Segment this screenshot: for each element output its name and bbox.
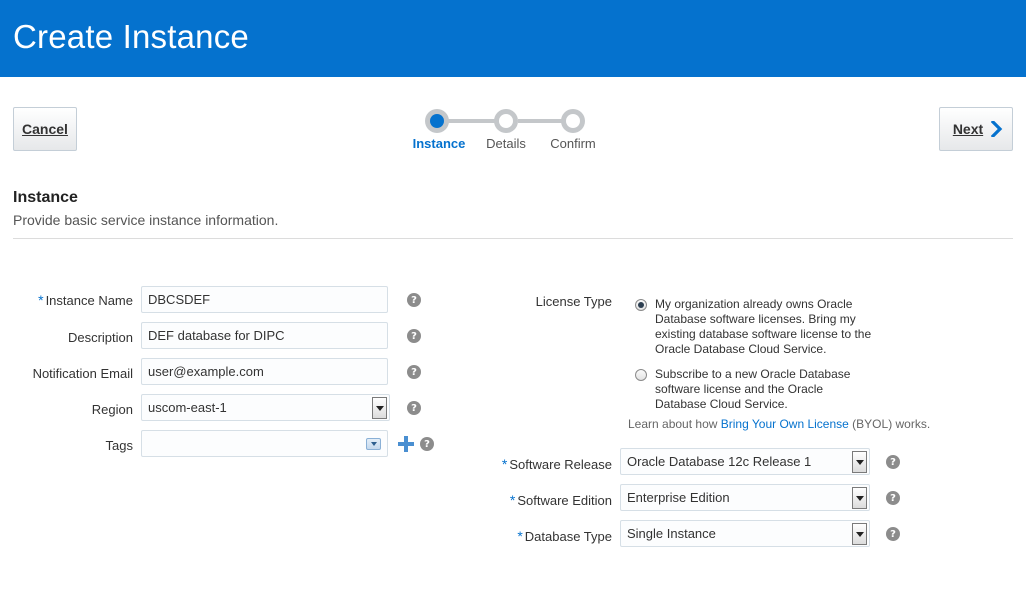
next-button[interactable]: Next: [939, 107, 1013, 151]
database-type-label: * Database Type: [517, 528, 612, 544]
section-subtitle: Provide basic service instance informati…: [13, 212, 279, 228]
dropdown-arrow-icon[interactable]: [852, 487, 867, 509]
dropdown-arrow-icon[interactable]: [372, 397, 387, 419]
train-stop-instance[interactable]: [425, 109, 449, 133]
database-type-value: Single Instance: [627, 526, 716, 541]
help-icon[interactable]: ?: [420, 437, 434, 451]
train-connector: [446, 119, 496, 123]
page-title: Create Instance: [13, 18, 249, 55]
instance-name-input[interactable]: DBCSDEF: [141, 286, 388, 313]
software-release-value: Oracle Database 12c Release 1: [627, 454, 812, 469]
help-icon[interactable]: ?: [886, 491, 900, 505]
chevron-right-icon: [991, 121, 1003, 137]
required-marker: *: [501, 456, 508, 472]
license-subscribe-radio[interactable]: [635, 369, 647, 381]
byol-link[interactable]: Bring Your Own License: [721, 417, 849, 431]
software-edition-select[interactable]: Enterprise Edition: [620, 484, 870, 511]
notification-email-value: user@example.com: [148, 364, 264, 379]
help-icon[interactable]: ?: [407, 401, 421, 415]
license-type-label: License Type: [535, 294, 612, 309]
notification-email-label: Notification Email: [32, 366, 133, 381]
description-label: Description: [67, 330, 133, 345]
description-value: DEF database for DIPC: [148, 328, 285, 343]
dropdown-arrow-icon[interactable]: [366, 438, 381, 450]
software-release-label: * Software Release: [501, 456, 612, 472]
region-label: Region: [91, 402, 133, 417]
cancel-button[interactable]: Cancel: [13, 107, 77, 151]
tags-select[interactable]: [141, 430, 388, 457]
dropdown-arrow-icon[interactable]: [852, 523, 867, 545]
divider: [13, 238, 1013, 239]
help-icon[interactable]: ?: [886, 455, 900, 469]
byol-prefix: Learn about how: [628, 417, 721, 431]
train-stop-details[interactable]: [494, 109, 518, 133]
add-tag-icon[interactable]: [398, 436, 414, 452]
instance-name-value: DBCSDEF: [148, 292, 211, 307]
train-label-confirm[interactable]: Confirm: [538, 136, 608, 151]
help-icon[interactable]: ?: [407, 293, 421, 307]
page-header: Create Instance: [0, 0, 1026, 77]
train-connector: [518, 119, 563, 123]
dropdown-arrow-icon[interactable]: [852, 451, 867, 473]
license-own-radio[interactable]: [635, 299, 647, 311]
required-marker: *: [517, 528, 523, 544]
region-value: uscom-east-1: [148, 400, 227, 415]
software-edition-value: Enterprise Edition: [627, 490, 730, 505]
train-label-instance[interactable]: Instance: [404, 136, 474, 151]
required-marker: *: [38, 292, 44, 308]
software-edition-label: * Software Edition: [509, 492, 612, 508]
section-title: Instance: [13, 189, 78, 206]
tags-label: Tags: [105, 438, 133, 453]
instance-name-label: * Instance Name: [38, 292, 133, 308]
license-subscribe-text: Subscribe to a new Oracle Database softw…: [655, 367, 851, 411]
region-select[interactable]: uscom-east-1: [141, 394, 390, 421]
required-marker: *: [509, 492, 516, 508]
byol-suffix: (BYOL) works.: [848, 417, 931, 431]
help-icon[interactable]: ?: [407, 365, 421, 379]
notification-email-input[interactable]: user@example.com: [141, 358, 388, 385]
train-stop-confirm[interactable]: [561, 109, 585, 133]
train-label-details[interactable]: Details: [471, 136, 541, 151]
byol-info: Learn about how Bring Your Own License (…: [628, 417, 930, 431]
cancel-button-label: Cancel: [22, 121, 68, 137]
license-own-text: My organization already owns Oracle Data…: [655, 297, 872, 356]
help-icon[interactable]: ?: [407, 329, 421, 343]
description-input[interactable]: DEF database for DIPC: [141, 322, 388, 349]
software-release-select[interactable]: Oracle Database 12c Release 1: [620, 448, 870, 475]
help-icon[interactable]: ?: [886, 527, 900, 541]
database-type-select[interactable]: Single Instance: [620, 520, 870, 547]
next-button-label: Next: [952, 121, 984, 137]
